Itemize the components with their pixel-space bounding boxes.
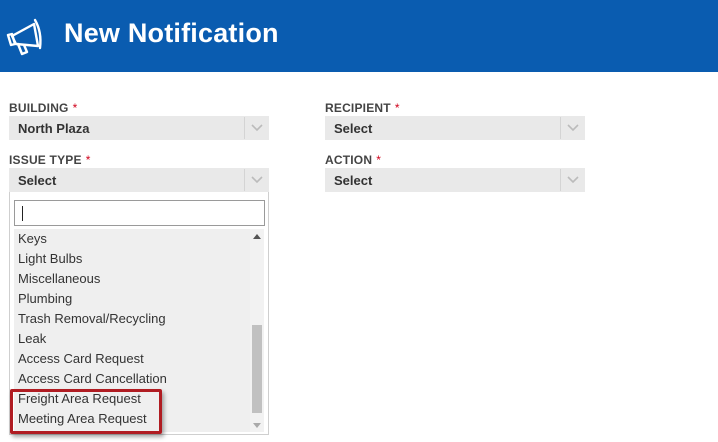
issue-type-label: ISSUE TYPE * <box>9 153 91 167</box>
text-cursor <box>22 206 23 221</box>
chevron-down-icon[interactable] <box>560 117 584 139</box>
issue-type-select[interactable]: Select <box>9 168 269 192</box>
issue-type-select-value: Select <box>18 173 57 188</box>
required-marker: * <box>85 153 91 167</box>
action-label-text: ACTION <box>325 153 373 167</box>
dropdown-option[interactable]: Access Card Request <box>14 349 250 369</box>
dropdown-option[interactable]: Keys <box>14 229 250 249</box>
dropdown-scrollbar[interactable] <box>250 229 264 432</box>
chevron-down-icon[interactable] <box>560 169 584 191</box>
dropdown-option[interactable]: Miscellaneous <box>14 269 250 289</box>
action-select-value: Select <box>334 173 373 188</box>
building-select[interactable]: North Plaza <box>9 116 269 140</box>
recipient-select-value: Select <box>334 121 373 136</box>
dropdown-option[interactable]: Light Bulbs <box>14 249 250 269</box>
building-label-text: BUILDING <box>9 101 69 115</box>
required-marker: * <box>72 101 78 115</box>
action-label: ACTION * <box>325 153 381 167</box>
dropdown-option[interactable]: Plumbing <box>14 289 250 309</box>
highlight-annotation-box <box>10 389 162 434</box>
scroll-down-arrow-icon[interactable] <box>250 418 264 432</box>
page-title: New Notification <box>64 18 279 48</box>
building-label: BUILDING * <box>9 101 77 115</box>
chevron-down-icon[interactable] <box>244 169 268 191</box>
dropdown-option[interactable]: Access Card Cancellation <box>14 369 250 389</box>
dropdown-search-input[interactable] <box>14 200 265 226</box>
scrollbar-thumb[interactable] <box>252 325 262 413</box>
action-select[interactable]: Select <box>325 168 585 192</box>
required-marker: * <box>376 153 382 167</box>
issue-type-label-text: ISSUE TYPE <box>9 153 82 167</box>
recipient-select[interactable]: Select <box>325 116 585 140</box>
dropdown-option[interactable]: Trash Removal/Recycling <box>14 309 250 329</box>
scroll-up-arrow-icon[interactable] <box>250 229 264 243</box>
megaphone-icon <box>6 18 42 56</box>
recipient-label-text: RECIPIENT <box>325 101 391 115</box>
chevron-down-icon[interactable] <box>244 117 268 139</box>
recipient-label: RECIPIENT * <box>325 101 400 115</box>
building-select-value: North Plaza <box>18 121 90 136</box>
dropdown-option[interactable]: Leak <box>14 329 250 349</box>
required-marker: * <box>394 101 400 115</box>
page-header: New Notification <box>0 0 718 72</box>
